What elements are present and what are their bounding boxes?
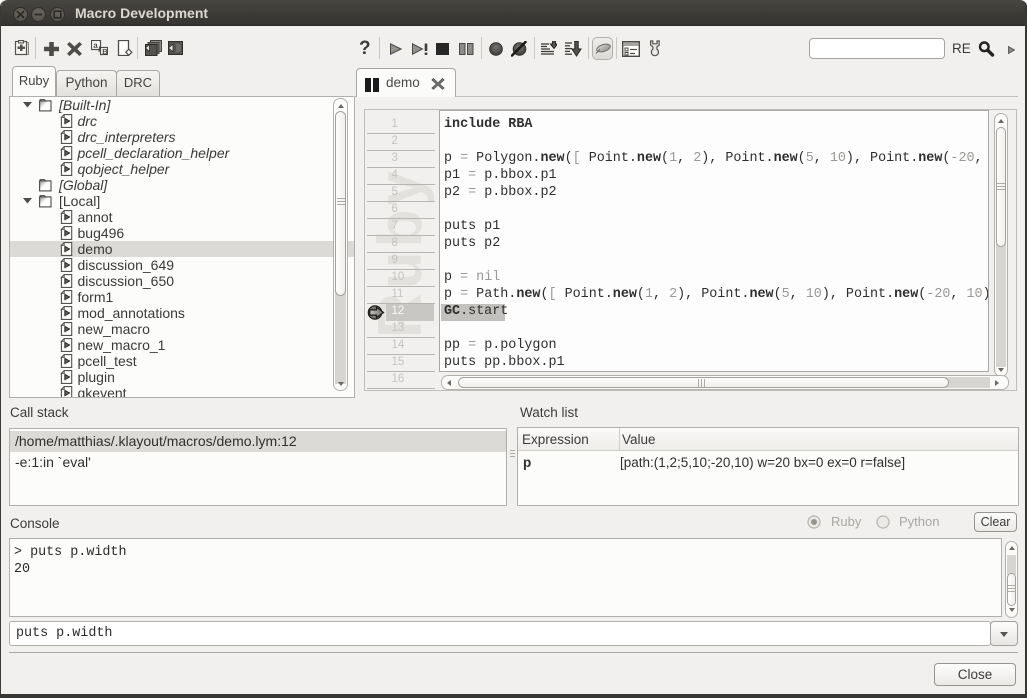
svg-text:a: a bbox=[93, 41, 98, 50]
svg-text:B: B bbox=[102, 47, 108, 56]
